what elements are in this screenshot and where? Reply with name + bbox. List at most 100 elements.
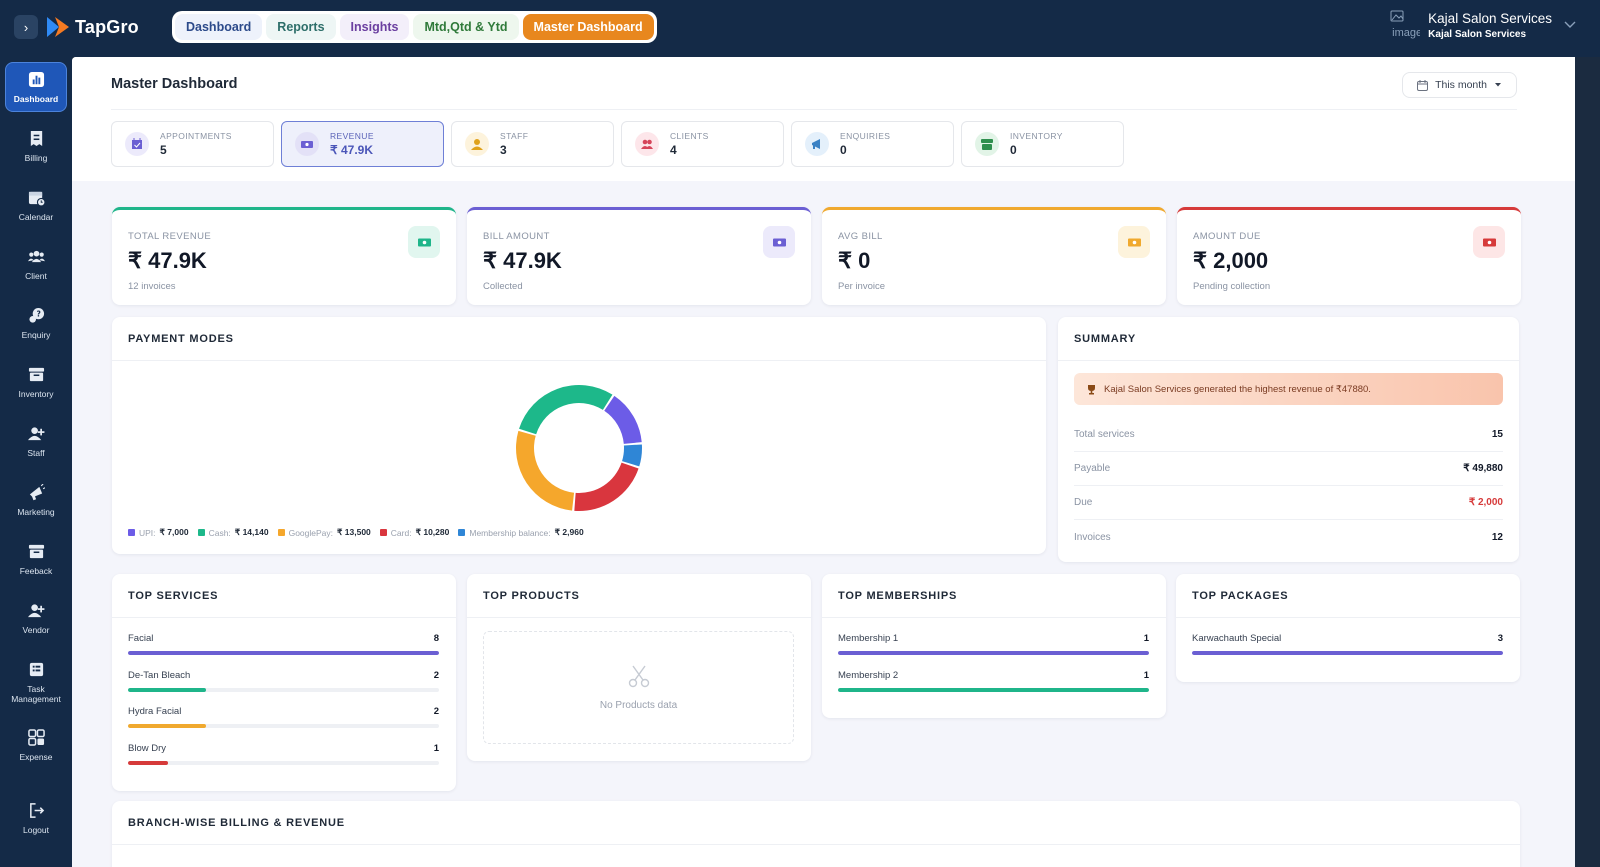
sidebar-item-label: Task Management	[11, 683, 61, 704]
panel-title: TOP PRODUCTS	[483, 590, 580, 602]
donut-slice-membershipbalance[interactable]	[622, 444, 642, 467]
stat-label: TOTAL REVENUE	[128, 231, 212, 242]
list-item: De-Tan Bleach 2	[128, 670, 439, 692]
legend-value: ₹ 14,140	[234, 527, 269, 537]
kpi-value: ₹ 47.9K	[330, 143, 373, 157]
summary-key: Due	[1074, 497, 1093, 508]
kpi-tab-staff[interactable]: STAFF 3	[451, 121, 614, 167]
summary-value: ₹ 49,880	[1463, 463, 1503, 474]
panel-divider	[112, 360, 1046, 361]
user-menu[interactable]: image Kajal Salon Services Kajal Salon S…	[1390, 10, 1576, 40]
panel-title: TOP MEMBERSHIPS	[838, 590, 958, 602]
list-item-head: Membership 2 1	[838, 670, 1149, 681]
kpi-label: APPOINTMENTS	[160, 131, 232, 141]
sidebar-item-expense[interactable]: Expense	[5, 720, 67, 770]
stat-card: BILL AMOUNT ₹ 47.9K Collected	[467, 207, 811, 305]
period-select[interactable]: This month	[1402, 72, 1517, 98]
sidebar-item-label: Marketing	[17, 506, 55, 517]
progress-track	[838, 687, 1149, 692]
kpi-tab-appointments[interactable]: APPOINTMENTS 5	[111, 121, 274, 167]
user-branch: Kajal Salon Services	[1428, 28, 1527, 40]
top-memberships-panel: TOP MEMBERSHIPS Membership 1 1 Membershi…	[822, 574, 1166, 718]
donut-slice-cash[interactable]	[519, 385, 613, 435]
legend-value: ₹ 13,500	[337, 527, 371, 537]
sidebar-item-logout[interactable]: Logout	[5, 793, 67, 843]
summary-row: Payable ₹ 49,880	[1074, 452, 1503, 486]
box-icon	[975, 132, 999, 156]
page-scrollbar[interactable]	[1575, 57, 1600, 867]
sidebar-item-label: Calendar	[18, 211, 54, 222]
sidebar-item-vendor[interactable]: Vendor	[5, 593, 67, 643]
banknote-icon	[1473, 226, 1505, 258]
kpi-text: ENQUIRIES 0	[840, 131, 890, 157]
svg-text:?: ?	[36, 309, 40, 318]
donut-slice-googlepay[interactable]	[516, 430, 575, 511]
list-item: Membership 1 1	[838, 633, 1149, 655]
nav-tab-master-dashboard[interactable]: Master Dashboard	[522, 14, 654, 40]
legend-swatch	[197, 529, 205, 536]
sidebar-item-dashboard[interactable]: Dashboard	[5, 62, 67, 112]
item-count: 1	[1143, 633, 1149, 644]
sidebar-item-inventory[interactable]: Inventory	[5, 357, 67, 407]
sidebar-item-label: Client	[25, 270, 47, 281]
item-label: Karwachauth Special	[1192, 633, 1282, 644]
payment-modes-panel: PAYMENT MODES UPI: ₹ 7,000 Cash: ₹ 14,14…	[112, 317, 1046, 554]
sidebar-toggle-button[interactable]: ›	[14, 15, 38, 39]
panel-divider	[822, 617, 1166, 618]
top-nav: Dashboard Reports Insights Mtd,Qtd & Ytd…	[172, 11, 657, 43]
progress-fill	[128, 760, 169, 765]
sidebar-item-marketing[interactable]: Marketing	[5, 475, 67, 525]
summary-row: Due ₹ 2,000	[1074, 486, 1503, 520]
kpi-label: ENQUIRIES	[840, 131, 891, 141]
sidebar-item-task-management[interactable]: Task Management	[5, 652, 67, 712]
panel-divider	[1058, 360, 1519, 361]
sidebar-item-client[interactable]: Client	[5, 239, 67, 289]
progress-fill	[838, 687, 1149, 692]
sidebar-item-enquiry[interactable]: ? Enquiry	[5, 298, 67, 348]
list-item: Facial 8	[128, 633, 439, 655]
main-content: Master Dashboard This month APPOINTMENTS…	[72, 57, 1575, 867]
logo-mark-icon	[47, 17, 69, 37]
stat-subtitle: Collected	[483, 281, 523, 292]
chat-icon: ?	[27, 307, 45, 325]
nav-tab-insights[interactable]: Insights	[339, 14, 410, 40]
avatar-alt-text: image	[1392, 27, 1421, 39]
nav-tab-reports[interactable]: Reports	[266, 14, 336, 40]
kpi-tab-enquiries[interactable]: ENQUIRIES 0	[791, 121, 954, 167]
kpi-value: 0	[840, 143, 847, 157]
donut-slice-upi[interactable]	[604, 395, 642, 444]
sidebar-item-label: Enquiry	[21, 329, 51, 340]
brand-logo[interactable]: TapGro	[45, 14, 139, 40]
panel-title: TOP PACKAGES	[1192, 590, 1289, 602]
kpi-tab-revenue[interactable]: REVENUE ₹ 47.9K	[281, 121, 444, 167]
kpi-text: REVENUE ₹ 47.9K	[330, 131, 374, 157]
progress-track	[128, 760, 439, 765]
kpi-tab-clients[interactable]: CLIENTS 4	[621, 121, 784, 167]
grid-icon	[27, 729, 45, 747]
kpi-value: 3	[500, 143, 507, 157]
kpi-value: 5	[160, 143, 167, 157]
caret-down-icon	[1495, 83, 1501, 87]
summary-panel: SUMMARY Kajal Salon Services generated t…	[1058, 317, 1519, 562]
kpi-tab-inventory[interactable]: INVENTORY 0	[961, 121, 1124, 167]
sidebar-item-calendar[interactable]: Calendar	[5, 180, 67, 230]
nav-tab-mtd-qtd-ytd[interactable]: Mtd,Qtd & Ytd	[413, 14, 519, 40]
legend-swatch	[277, 529, 285, 536]
sidebar-item-billing[interactable]: Billing	[5, 121, 67, 171]
nav-tab-dashboard[interactable]: Dashboard	[175, 14, 263, 40]
header-divider	[111, 109, 1517, 110]
chevron-down-icon	[1564, 21, 1576, 28]
period-label: This month	[1435, 79, 1487, 91]
donut-slice-card[interactable]	[574, 462, 639, 511]
stat-subtitle: Per invoice	[838, 281, 885, 292]
sidebar-item-staff[interactable]: Staff	[5, 416, 67, 466]
progress-track	[838, 651, 1149, 655]
item-count: 8	[433, 633, 439, 644]
sidebar: Dashboard Billing Calendar Client ? Enqu…	[0, 57, 72, 867]
calendar-icon	[1417, 79, 1429, 91]
item-label: Facial	[128, 633, 154, 644]
user-plus-icon	[27, 602, 45, 620]
sidebar-item-feedback[interactable]: Feeback	[5, 534, 67, 584]
archive-icon	[27, 366, 45, 384]
top-products-panel: TOP PRODUCTS No Products data	[467, 574, 811, 761]
